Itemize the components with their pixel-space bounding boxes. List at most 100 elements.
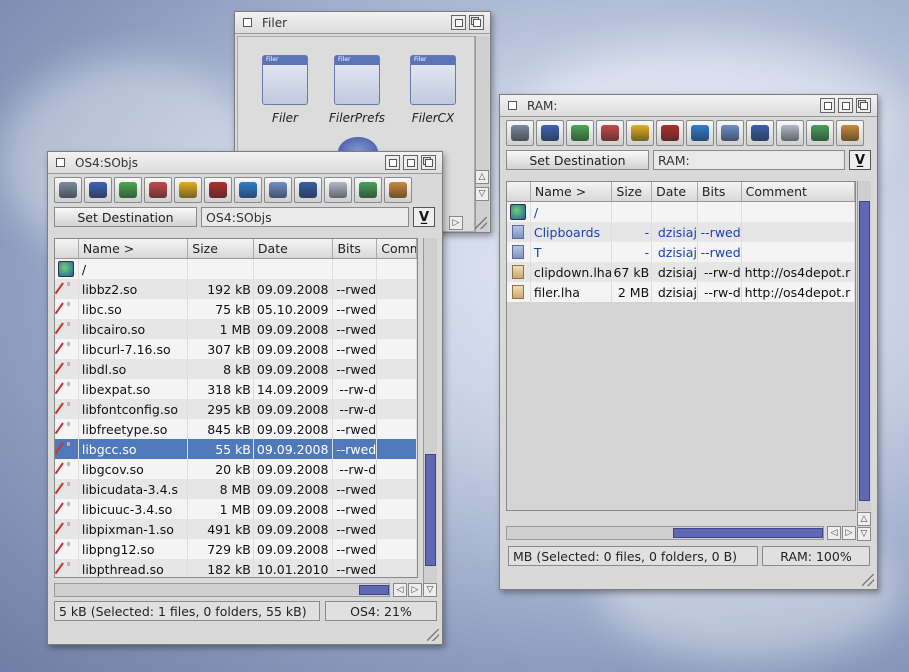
copy-button[interactable]: [114, 177, 142, 203]
os4-vscroll[interactable]: [423, 238, 437, 592]
table-row[interactable]: libfontconfig.so 295 kB 09.09.2008 --rw-d: [55, 399, 417, 419]
column-header[interactable]: Date: [254, 239, 334, 258]
move-button[interactable]: [596, 120, 624, 146]
scroll-up-icon[interactable]: △: [475, 170, 489, 184]
filer-vscroll[interactable]: [475, 36, 489, 232]
destination-field[interactable]: OS4:SObjs: [201, 207, 409, 227]
drive-button[interactable]: [54, 177, 82, 203]
set-destination-button[interactable]: Set Destination: [54, 207, 197, 227]
filer-titlebar[interactable]: Filer: [235, 12, 490, 34]
resize-gadget-icon[interactable]: [475, 217, 487, 229]
scroll-left-icon[interactable]: ◁: [393, 583, 407, 597]
filercx-app-icon[interactable]: Filer: [410, 55, 456, 105]
drive-button[interactable]: [506, 120, 534, 146]
parent-icon: [89, 182, 107, 198]
table-row[interactable]: libpng12.so 729 kB 09.09.2008 --rwed: [55, 539, 417, 559]
zoom-gadget-icon[interactable]: [820, 98, 835, 113]
set-destination-button[interactable]: Set Destination: [506, 150, 649, 170]
column-header[interactable]: Comment: [742, 182, 855, 201]
destination-dropdown-icon[interactable]: V̲: [413, 207, 435, 227]
iconify-gadget-icon[interactable]: [838, 98, 853, 113]
cell-comm: [377, 279, 417, 299]
view-button[interactable]: [716, 120, 744, 146]
parent-button[interactable]: [84, 177, 112, 203]
column-header[interactable]: Name >: [79, 239, 189, 258]
move-button[interactable]: [144, 177, 172, 203]
copy-button[interactable]: [566, 120, 594, 146]
parent-button[interactable]: [536, 120, 564, 146]
table-row[interactable]: /: [507, 202, 855, 222]
delete-button[interactable]: [656, 120, 684, 146]
cell-size: 1 MB: [188, 499, 254, 519]
scroll-left-icon[interactable]: ◁: [827, 526, 841, 540]
delete-button[interactable]: [204, 177, 232, 203]
info-button[interactable]: [746, 120, 774, 146]
table-row[interactable]: libcurl-7.16.so 307 kB 09.09.2008 --rwed: [55, 339, 417, 359]
depth-gadget-icon[interactable]: [856, 98, 871, 113]
scroll-down-icon[interactable]: ▽: [857, 527, 871, 541]
depth-gadget-icon[interactable]: [421, 155, 436, 170]
rename-button[interactable]: [174, 177, 202, 203]
ram-hscroll[interactable]: [506, 526, 824, 540]
table-row[interactable]: libbz2.so 192 kB 09.09.2008 --rwed: [55, 279, 417, 299]
destination-dropdown-icon[interactable]: V̲: [849, 150, 871, 170]
close-gadget-icon[interactable]: [56, 158, 65, 167]
close-gadget-icon[interactable]: [508, 101, 517, 110]
table-row[interactable]: /: [55, 259, 417, 279]
makedir-button[interactable]: [686, 120, 714, 146]
column-header[interactable]: Bits: [333, 239, 378, 258]
scroll-right-icon[interactable]: ▷: [449, 216, 463, 230]
info-button[interactable]: [294, 177, 322, 203]
table-row[interactable]: filer.lha 2 MB dzisiaj --rw-d http://os4depo…: [507, 282, 855, 302]
rename-button[interactable]: [626, 120, 654, 146]
os4-hscroll[interactable]: [54, 583, 390, 597]
scroll-right-icon[interactable]: ▷: [842, 526, 856, 540]
table-row[interactable]: libgcov.so 20 kB 09.09.2008 --rw-d: [55, 459, 417, 479]
filercx-app-label: FilerCX: [411, 111, 455, 125]
table-row[interactable]: libfreetype.so 845 kB 09.09.2008 --rwed: [55, 419, 417, 439]
scroll-right-icon[interactable]: ▷: [408, 583, 422, 597]
scroll-up-icon[interactable]: △: [857, 512, 871, 526]
table-row[interactable]: libpixman-1.so 491 kB 09.09.2008 --rwed: [55, 519, 417, 539]
view-button[interactable]: [264, 177, 292, 203]
column-header[interactable]: Size: [612, 182, 653, 201]
table-row[interactable]: libpthread.so 182 kB 10.01.2010 --rwed: [55, 559, 417, 577]
os4-titlebar[interactable]: OS4:SObjs: [48, 152, 442, 174]
scroll-down-icon[interactable]: ▽: [423, 583, 437, 597]
filter-button[interactable]: [384, 177, 412, 203]
depth-gadget-icon[interactable]: [469, 15, 484, 30]
iconify-gadget-icon[interactable]: [451, 15, 466, 30]
resize-gadget-icon[interactable]: [862, 574, 874, 586]
destination-field[interactable]: RAM:: [653, 150, 845, 170]
column-header[interactable]: Comm: [377, 239, 417, 258]
table-row[interactable]: libicudata-3.4.s 8 MB 09.09.2008 --rwed: [55, 479, 417, 499]
search-button[interactable]: [324, 177, 352, 203]
filter-button[interactable]: [836, 120, 864, 146]
table-row[interactable]: T - dzisiaj --rwed: [507, 242, 855, 262]
makedir-button[interactable]: [234, 177, 262, 203]
refresh-button[interactable]: [806, 120, 834, 146]
ram-vscroll[interactable]: [857, 181, 871, 511]
resize-gadget-icon[interactable]: [427, 629, 439, 641]
table-row[interactable]: libicuuc-3.4.so 1 MB 09.09.2008 --rwed: [55, 499, 417, 519]
table-row[interactable]: Clipboards - dzisiaj --rwed: [507, 222, 855, 242]
table-row[interactable]: libcairo.so 1 MB 09.09.2008 --rwed: [55, 319, 417, 339]
column-header[interactable]: Name >: [531, 182, 613, 201]
table-row[interactable]: libexpat.so 318 kB 14.09.2009 --rw-d: [55, 379, 417, 399]
ram-titlebar[interactable]: RAM:: [500, 95, 877, 117]
refresh-button[interactable]: [354, 177, 382, 203]
table-row[interactable]: libdl.so 8 kB 09.09.2008 --rwed: [55, 359, 417, 379]
search-button[interactable]: [776, 120, 804, 146]
zoom-gadget-icon[interactable]: [385, 155, 400, 170]
filerprefs-app-icon[interactable]: Filer: [334, 55, 380, 105]
close-gadget-icon[interactable]: [243, 18, 252, 27]
table-row[interactable]: clipdown.lha 67 kB dzisiaj --rw-d http://os4…: [507, 262, 855, 282]
column-header[interactable]: Bits: [698, 182, 742, 201]
column-header[interactable]: Date: [652, 182, 698, 201]
filer-app-icon[interactable]: Filer: [262, 55, 308, 105]
column-header[interactable]: Size: [188, 239, 254, 258]
scroll-down-icon[interactable]: ▽: [475, 187, 489, 201]
table-row[interactable]: libgcc.so 55 kB 09.09.2008 --rwed: [55, 439, 417, 459]
table-row[interactable]: libc.so 75 kB 05.10.2009 --rwed: [55, 299, 417, 319]
iconify-gadget-icon[interactable]: [403, 155, 418, 170]
